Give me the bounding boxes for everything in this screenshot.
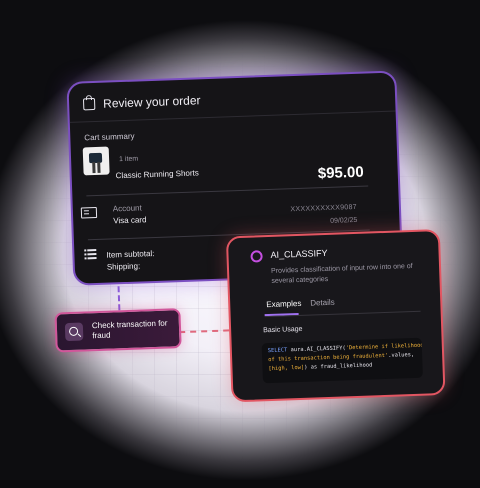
- code-text: aura.AI_CLASSIFY(: [287, 345, 346, 354]
- divider: [86, 185, 369, 197]
- connector-line: [117, 286, 121, 311]
- cart-summary-label: Cart summary: [84, 131, 135, 143]
- check-fraud-button[interactable]: Check transaction for fraud: [54, 308, 182, 353]
- account-label: Account: [112, 203, 142, 214]
- shipping-label: Shipping:: [106, 261, 141, 272]
- code-example: SELECT aura.AI_CLASSIFY('Determine if li…: [261, 337, 423, 384]
- code-string: [high, low]: [268, 364, 305, 373]
- card-number: XXXXXXXXXX9087: [290, 203, 358, 214]
- function-title: AI_CLASSIFY: [270, 247, 328, 260]
- ai-classify-card: AI_CLASSIFY Provides classification of i…: [225, 229, 446, 403]
- order-header: Review your order: [82, 93, 201, 111]
- section-label: Basic Usage: [263, 325, 303, 335]
- product-image: [82, 146, 110, 176]
- account-value: Visa card: [113, 215, 147, 226]
- item-name: Classic Running Shorts: [115, 168, 199, 181]
- card-expiry: 09/02/25: [330, 216, 358, 225]
- code-text: ) as fraud_likelihood: [304, 362, 373, 371]
- subtotal-label: Item subtotal:: [106, 248, 155, 260]
- function-description: Provides classification of input row int…: [270, 262, 413, 285]
- check-fraud-label: Check transaction for fraud: [91, 318, 168, 341]
- classify-dot-icon: [250, 250, 263, 263]
- tab-details[interactable]: Details: [310, 298, 335, 308]
- code-keyword: SELECT: [267, 347, 288, 355]
- tab-examples[interactable]: Examples: [266, 299, 301, 309]
- shopping-bag-icon: [82, 97, 96, 111]
- credit-card-icon: [80, 206, 98, 219]
- divider: [69, 110, 396, 123]
- item-price: $95.00: [317, 163, 365, 183]
- item-count: 1 item: [119, 155, 139, 164]
- illustration: Review your order Cart summary 1 item Cl…: [0, 0, 480, 488]
- list-icon: [84, 249, 97, 259]
- order-title: Review your order: [102, 93, 201, 111]
- code-text: .values,: [388, 351, 415, 359]
- search-icon: [64, 322, 84, 342]
- connector-line: [179, 329, 230, 334]
